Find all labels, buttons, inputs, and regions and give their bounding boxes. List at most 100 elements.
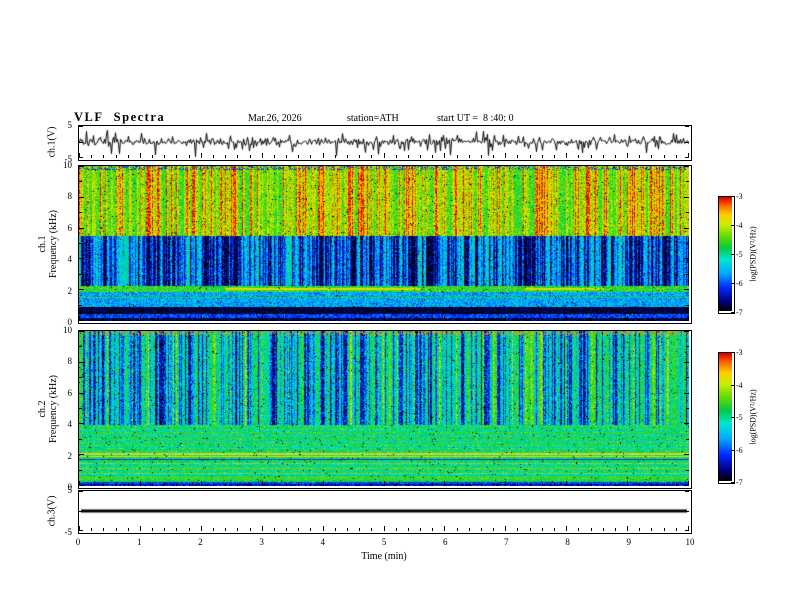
x-tick-label: 7 <box>504 537 509 547</box>
x-tick-mark <box>103 528 104 531</box>
x-tick-mark <box>444 526 445 531</box>
x-tick-mark <box>201 316 202 321</box>
figure-station: station=ATH <box>347 113 399 124</box>
colorbar-ch2 <box>718 352 735 484</box>
y-tick-mark <box>79 274 82 275</box>
colorbar-tick-label: -4 <box>736 221 743 230</box>
x-tick-mark <box>359 528 360 531</box>
x-tick-label: 5 <box>381 537 387 547</box>
x-tick-mark <box>469 483 470 486</box>
y-tick-mark <box>79 511 83 512</box>
x-tick-mark <box>408 528 409 531</box>
x-tick-mark <box>347 155 348 158</box>
x-tick-mark <box>505 481 506 486</box>
colorbar-tick-mark <box>731 196 734 197</box>
x-tick-mark <box>530 528 531 531</box>
x-tick-mark <box>164 155 165 158</box>
y-tick-mark <box>685 530 689 531</box>
ch1-frequency-axis-label: Frequency (kHz) <box>48 209 59 279</box>
x-tick-mark <box>591 318 592 321</box>
x-tick-mark <box>457 155 458 158</box>
x-tick-mark <box>250 155 251 158</box>
x-tick-mark <box>651 528 652 531</box>
x-tick-mark <box>335 155 336 158</box>
y-tick-mark <box>684 331 689 332</box>
x-tick-mark <box>262 481 263 486</box>
x-tick-mark <box>578 483 579 486</box>
freq-tick-label: 4 <box>67 419 73 430</box>
x-tick-mark <box>140 526 141 531</box>
x-tick-mark <box>554 155 555 158</box>
y-tick-mark <box>685 491 689 492</box>
x-tick-mark <box>639 318 640 321</box>
vlf-spectra-figure: VLF Spectra Mar.26, 2026 station=ATH sta… <box>0 0 792 612</box>
x-tick-mark <box>469 318 470 321</box>
y-tick-mark <box>684 423 689 424</box>
x-tick-mark <box>603 318 604 321</box>
y-tick-mark <box>79 408 82 409</box>
x-tick-mark <box>603 155 604 158</box>
y-tick-mark <box>686 212 689 213</box>
y-tick-mark <box>79 157 83 158</box>
y-tick-mark <box>684 166 689 167</box>
x-tick-label: 10 <box>685 537 695 547</box>
y-tick-mark <box>79 197 84 198</box>
volt-tick-label: 5 <box>67 485 73 495</box>
x-tick-mark <box>530 318 531 321</box>
y-tick-mark <box>685 126 689 127</box>
x-tick-mark <box>505 316 506 321</box>
x-tick-mark <box>213 483 214 486</box>
x-tick-mark <box>469 155 470 158</box>
x-tick-mark <box>432 318 433 321</box>
x-tick-mark <box>554 318 555 321</box>
figure-date: Mar.26, 2026 <box>248 113 302 124</box>
x-tick-mark <box>128 528 129 531</box>
x-tick-mark <box>335 483 336 486</box>
colorbar-tick-label: -5 <box>736 413 743 422</box>
x-tick-label: 8 <box>565 537 570 547</box>
x-tick-mark <box>213 318 214 321</box>
ch3-waveform-canvas <box>79 491 689 531</box>
x-tick-mark <box>457 528 458 531</box>
y-tick-mark <box>684 228 689 229</box>
colorbar-tick-label: -3 <box>736 348 743 357</box>
x-tick-mark <box>91 483 92 486</box>
y-tick-mark <box>79 212 82 213</box>
x-tick-mark <box>225 155 226 158</box>
y-tick-mark <box>686 181 689 182</box>
x-tick-mark <box>396 155 397 158</box>
x-tick-mark <box>615 528 616 531</box>
ch2-channel-label: ch.2 <box>37 400 48 418</box>
y-tick-mark <box>685 142 689 143</box>
x-tick-mark <box>493 155 494 158</box>
x-tick-mark <box>347 483 348 486</box>
x-tick-mark <box>664 155 665 158</box>
x-tick-mark <box>225 318 226 321</box>
x-tick-mark <box>164 318 165 321</box>
x-tick-mark <box>103 318 104 321</box>
x-tick-mark <box>444 153 445 158</box>
colorbar-tick-mark <box>731 283 734 284</box>
x-tick-mark <box>176 483 177 486</box>
x-tick-mark <box>481 155 482 158</box>
x-tick-mark <box>432 155 433 158</box>
x-tick-label: 4 <box>320 537 326 547</box>
x-tick-mark <box>384 481 385 486</box>
y-tick-mark <box>686 274 689 275</box>
x-tick-mark <box>371 528 372 531</box>
y-tick-mark <box>684 485 689 486</box>
y-tick-mark <box>684 320 689 321</box>
x-tick-mark <box>639 155 640 158</box>
x-tick-mark <box>505 526 506 531</box>
x-tick-mark <box>128 483 129 486</box>
y-tick-mark <box>79 393 84 394</box>
freq-tick-label: 6 <box>67 222 73 233</box>
y-tick-mark <box>79 454 84 455</box>
x-tick-mark <box>164 483 165 486</box>
x-tick-mark <box>189 483 190 486</box>
x-tick-mark <box>189 155 190 158</box>
x-tick-mark <box>505 153 506 158</box>
y-tick-mark <box>79 228 84 229</box>
colorbar-ch1-label: log(PSD)(V²/Hz) <box>748 226 758 282</box>
x-tick-mark <box>493 528 494 531</box>
